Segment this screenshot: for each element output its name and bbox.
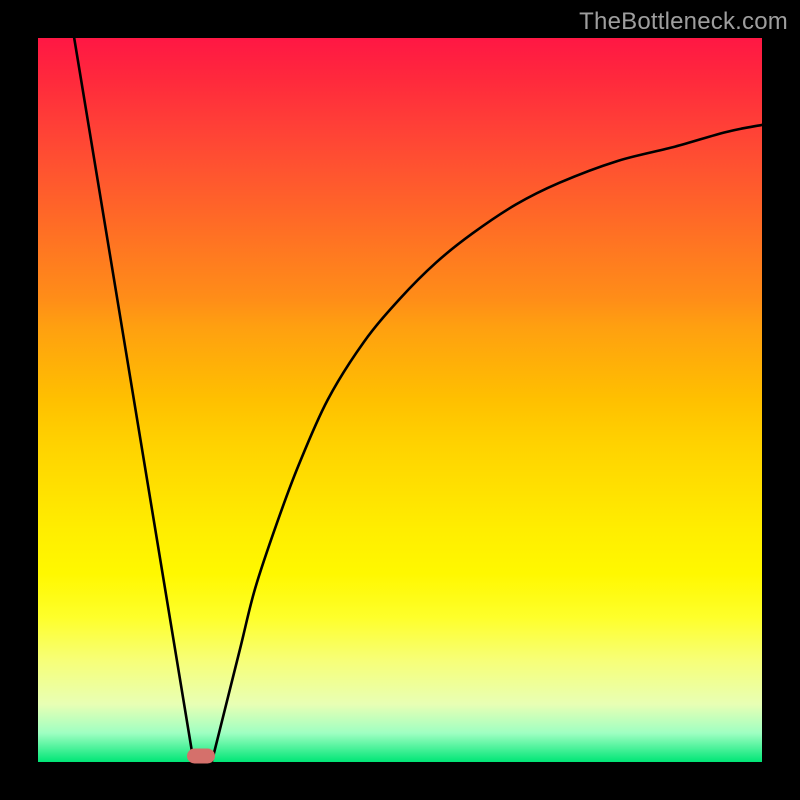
curve-layer	[38, 38, 762, 762]
optimal-marker	[187, 749, 215, 764]
watermark-text: TheBottleneck.com	[579, 8, 788, 36]
curve-path	[74, 38, 762, 762]
plot-area	[38, 38, 762, 762]
chart-frame: TheBottleneck.com	[0, 0, 800, 800]
